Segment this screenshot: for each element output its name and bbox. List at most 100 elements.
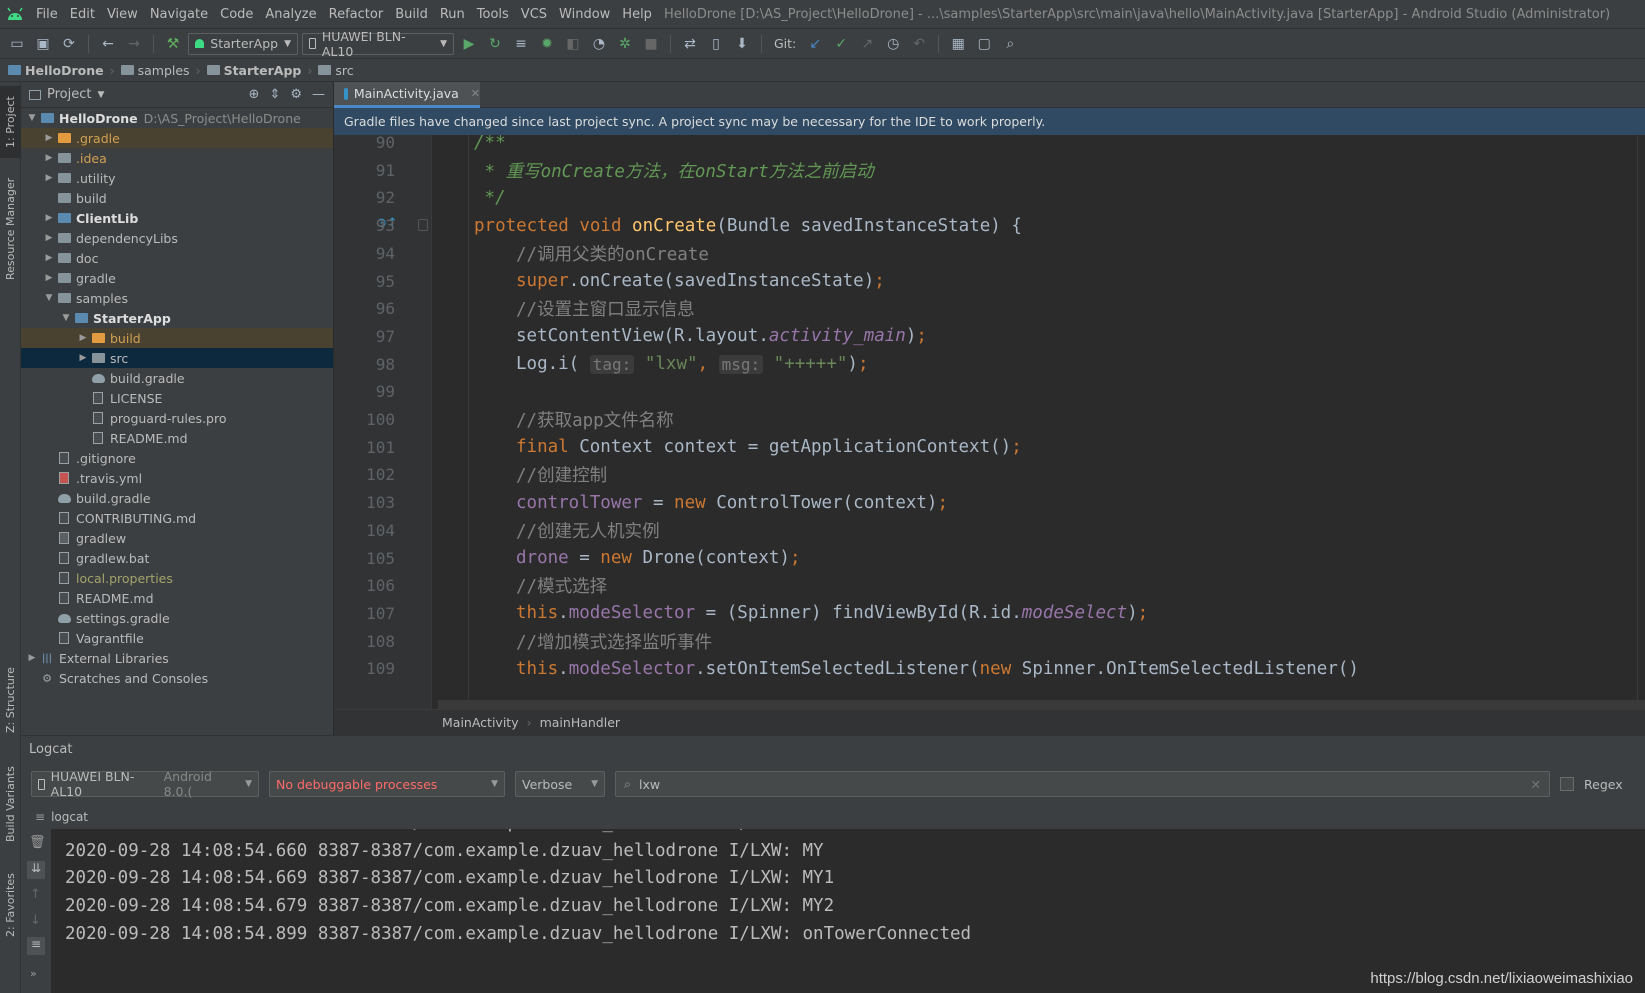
logcat-level-select[interactable]: Verbose ▼ bbox=[515, 771, 605, 797]
expand-arrow-icon[interactable]: ▶ bbox=[76, 333, 90, 343]
crumb-class[interactable]: MainActivity bbox=[442, 715, 519, 730]
code-editor[interactable]: ⊙↑ 90 91 92 93 94 95 96 97 98 99 100 101 102 103 104 10… bbox=[334, 135, 1645, 709]
tree-item[interactable]: build bbox=[21, 188, 333, 208]
menu-window[interactable]: Window bbox=[553, 7, 616, 22]
locate-icon[interactable]: ⊕ bbox=[249, 87, 260, 102]
menu-view[interactable]: View bbox=[101, 7, 144, 22]
menu-run[interactable]: Run bbox=[434, 7, 471, 22]
expand-arrow-icon[interactable]: ▶ bbox=[42, 153, 56, 163]
menu-refactor[interactable]: Refactor bbox=[323, 7, 390, 22]
tree-item[interactable]: ▶ .idea bbox=[21, 148, 333, 168]
apply-code-changes-icon[interactable]: ≡ bbox=[510, 33, 532, 55]
menu-navigate[interactable]: Navigate bbox=[144, 7, 214, 22]
code-area[interactable]: /** * 重写onCreate方法，在onStart方法之前启动 */ prot… bbox=[432, 135, 1645, 709]
menu-build[interactable]: Build bbox=[389, 7, 434, 22]
collapse-all-icon[interactable]: ⇕ bbox=[269, 87, 280, 102]
apply-changes-icon[interactable]: ↻ bbox=[484, 33, 506, 55]
run-icon[interactable]: ▶ bbox=[458, 33, 480, 55]
tree-item[interactable]: CONTRIBUTING.md bbox=[21, 508, 333, 528]
debug-icon[interactable]: ✹ bbox=[536, 33, 558, 55]
more-icon[interactable]: » bbox=[30, 967, 37, 980]
tree-item[interactable]: ▼ samples bbox=[21, 288, 333, 308]
run-coverage-icon[interactable]: ◧ bbox=[562, 33, 584, 55]
expand-arrow-icon[interactable]: ▶ bbox=[42, 173, 56, 183]
project-structure-icon[interactable]: ▦ bbox=[947, 33, 969, 55]
crumb-member[interactable]: mainHandler bbox=[540, 715, 620, 730]
tree-item[interactable]: ▶ doc bbox=[21, 248, 333, 268]
menu-file[interactable]: File bbox=[30, 7, 64, 22]
save-all-icon[interactable]: ▣ bbox=[32, 33, 54, 55]
resource-manager-tool-tab[interactable]: Resource Manager bbox=[0, 174, 21, 284]
tree-item[interactable]: Vagrantfile bbox=[21, 628, 333, 648]
tree-item[interactable]: build.gradle bbox=[21, 368, 333, 388]
tree-item[interactable]: ▶ dependencyLibs bbox=[21, 228, 333, 248]
sync-icon[interactable]: ⟳ bbox=[58, 33, 80, 55]
make-project-icon[interactable]: ⚒ bbox=[162, 33, 184, 55]
git-push-icon[interactable]: ↗ bbox=[856, 33, 878, 55]
regex-checkbox[interactable] bbox=[1560, 777, 1574, 791]
expand-arrow-icon[interactable]: ▶ bbox=[42, 273, 56, 283]
tree-item[interactable]: ▶ build bbox=[21, 328, 333, 348]
menu-edit[interactable]: Edit bbox=[64, 7, 101, 22]
expand-arrow-icon[interactable]: ▶ bbox=[42, 133, 56, 143]
up-icon[interactable]: ↑ bbox=[30, 887, 41, 902]
tree-item[interactable]: ⚙ Scratches and Consoles bbox=[21, 668, 333, 688]
run-config-select[interactable]: StarterApp ▼ bbox=[188, 32, 298, 55]
layout-inspector-icon[interactable]: ▢ bbox=[973, 33, 995, 55]
tree-item[interactable]: .travis.yml bbox=[21, 468, 333, 488]
git-update-icon[interactable]: ↙ bbox=[804, 33, 826, 55]
profile-icon[interactable]: ◔ bbox=[588, 33, 610, 55]
favorites-tool-tab[interactable]: 2: Favorites bbox=[0, 864, 21, 946]
project-view-select[interactable]: Project bbox=[47, 87, 91, 102]
expand-arrow-icon[interactable]: ▶ bbox=[42, 233, 56, 243]
logcat-output[interactable]: 2020-09-28 14:07:29.864 7690-7690/com.ex… bbox=[51, 829, 1645, 993]
menu-help[interactable]: Help bbox=[616, 7, 658, 22]
tree-item[interactable]: README.md bbox=[21, 428, 333, 448]
open-folder-icon[interactable]: ▭ bbox=[6, 33, 28, 55]
expand-arrow-icon[interactable]: ▼ bbox=[42, 293, 56, 303]
attach-debugger-icon[interactable]: ✲ bbox=[614, 33, 636, 55]
menu-vcs[interactable]: VCS bbox=[515, 7, 553, 22]
logcat-device-select[interactable]: HUAWEI BLN-AL10 Android 8.0.( ▼ bbox=[31, 769, 259, 799]
expand-arrow-icon[interactable]: ▼ bbox=[59, 313, 73, 323]
logcat-search-input[interactable]: ⌕ lxw ✕ bbox=[615, 771, 1550, 797]
breadcrumb-samples[interactable]: samples bbox=[120, 63, 190, 78]
forward-icon[interactable]: → bbox=[123, 33, 145, 55]
sdk-manager-icon[interactable]: ⬇ bbox=[731, 33, 753, 55]
stop-icon[interactable]: ■ bbox=[640, 33, 662, 55]
tree-item[interactable]: settings.gradle bbox=[21, 608, 333, 628]
avd-manager-icon[interactable]: ▯ bbox=[705, 33, 727, 55]
horizontal-scrollbar[interactable] bbox=[438, 700, 1645, 709]
tree-item[interactable]: gradlew.bat bbox=[21, 548, 333, 568]
tree-item[interactable]: gradlew bbox=[21, 528, 333, 548]
structure-tool-tab[interactable]: Z: Structure bbox=[0, 660, 21, 740]
chevron-down-icon[interactable]: ▼ bbox=[97, 90, 104, 100]
breadcrumb-project[interactable]: HelloDrone bbox=[8, 63, 104, 78]
clear-search-icon[interactable]: ✕ bbox=[1531, 777, 1541, 792]
menu-analyze[interactable]: Analyze bbox=[259, 7, 322, 22]
breadcrumb-src[interactable]: src bbox=[318, 63, 354, 78]
git-rollback-icon[interactable]: ↶ bbox=[908, 33, 930, 55]
tree-item[interactable]: ▶ ClientLib bbox=[21, 208, 333, 228]
tree-root[interactable]: ▼ HelloDrone D:\AS_Project\HelloDrone bbox=[21, 108, 333, 128]
tree-item[interactable]: ▶ .gradle bbox=[21, 128, 333, 148]
expand-arrow-icon[interactable]: ▶ bbox=[25, 653, 39, 663]
tree-item[interactable]: LICENSE bbox=[21, 388, 333, 408]
breadcrumb-starterapp[interactable]: StarterApp bbox=[206, 63, 301, 78]
soft-wrap-icon[interactable]: ≡ bbox=[27, 937, 45, 955]
menu-code[interactable]: Code bbox=[214, 7, 259, 22]
logcat-process-select[interactable]: No debuggable processes ▼ bbox=[269, 771, 505, 797]
build-variants-tool-tab[interactable]: Build Variants bbox=[0, 758, 21, 850]
tab-mainactivity[interactable]: MainActivity.java ✕ bbox=[334, 82, 480, 108]
hide-icon[interactable]: — bbox=[312, 87, 325, 102]
git-history-icon[interactable]: ◷ bbox=[882, 33, 904, 55]
expand-arrow-icon[interactable]: ▶ bbox=[42, 253, 56, 263]
gear-icon[interactable]: ⚙ bbox=[290, 87, 302, 102]
fold-icon[interactable] bbox=[418, 219, 428, 231]
tree-item[interactable]: ▶ gradle bbox=[21, 268, 333, 288]
close-icon[interactable]: ✕ bbox=[471, 87, 480, 100]
project-tool-tab[interactable]: 1: Project bbox=[0, 86, 21, 158]
expand-arrow-icon[interactable]: ▼ bbox=[25, 113, 39, 123]
tree-item[interactable]: ▶ ||| External Libraries bbox=[21, 648, 333, 668]
trash-icon[interactable]: 🗑 bbox=[29, 835, 46, 850]
